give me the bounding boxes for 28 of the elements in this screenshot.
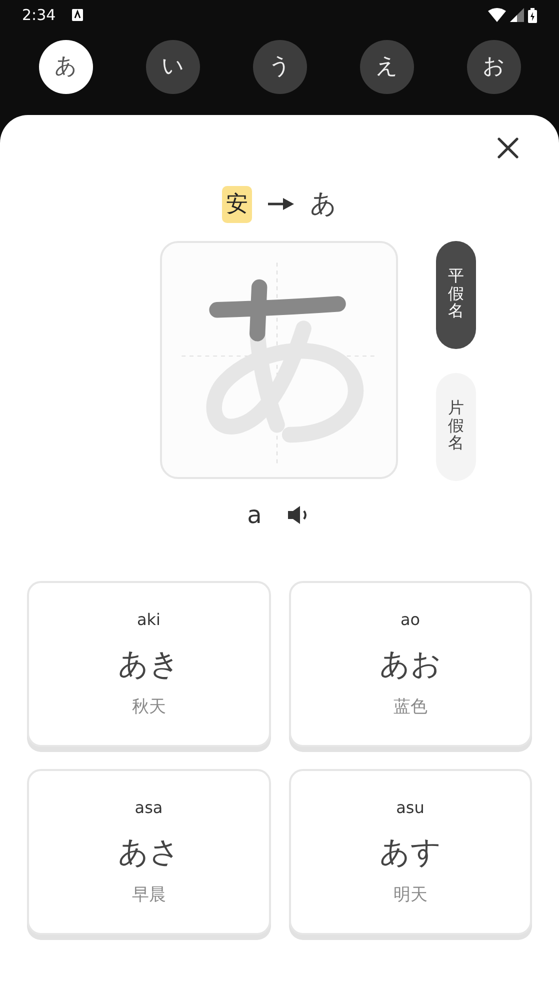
word-romaji: asa [134, 796, 163, 819]
kana-result: あ [310, 188, 337, 220]
word-kana: あさ [118, 834, 180, 872]
kanji-origin: 安 [222, 186, 252, 222]
arrow-icon [268, 197, 294, 211]
status-time: 2:34 [22, 4, 56, 26]
word-romaji: aki [136, 608, 160, 631]
word-kana: あき [118, 646, 180, 684]
battery-icon [528, 8, 537, 22]
word-kana: あす [379, 834, 442, 872]
word-kana: あお [379, 646, 442, 684]
romaji-reading: a [247, 500, 262, 531]
kana-tab[interactable]: え [360, 40, 414, 94]
script-toggle[interactable]: 片假名 [436, 373, 476, 481]
word-meaning: 明天 [393, 884, 428, 907]
kana-tab[interactable]: い [146, 40, 200, 94]
kana-tab[interactable]: お [467, 40, 521, 94]
kana-tab[interactable]: あ [39, 40, 93, 94]
word-meaning: 蓝色 [393, 696, 428, 719]
word-romaji: asu [396, 796, 424, 819]
script-toggle[interactable]: 平假名 [436, 241, 476, 349]
word-meaning: 早晨 [132, 884, 166, 907]
wifi-icon [488, 8, 506, 22]
kana-tab[interactable]: う [253, 40, 307, 94]
word-romaji: ao [400, 608, 420, 631]
word-meaning: 秋天 [132, 696, 166, 719]
keyboard-notification-icon [72, 9, 83, 21]
signal-icon [510, 8, 524, 22]
